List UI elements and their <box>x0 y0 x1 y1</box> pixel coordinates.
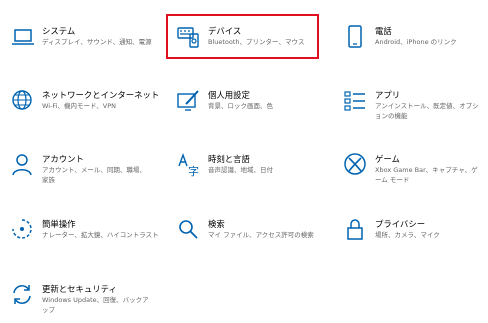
tile-gaming[interactable]: ゲーム Xbox Game Bar、キャプチャ、ゲーム モード <box>343 152 488 192</box>
tile-system[interactable]: システム ディスプレイ、サウンド、通知、電源 <box>10 24 152 60</box>
apps-list-icon <box>343 88 369 114</box>
tile-network-internet[interactable]: ネットワークとインターネット Wi-Fi、機内モード、VPN <box>10 88 159 120</box>
tile-title: 電話 <box>375 26 392 36</box>
tile-title: 時刻と言語 <box>208 154 250 164</box>
tile-title: システム <box>42 26 76 36</box>
tile-description: 場所、カメラ、マイク <box>375 231 440 239</box>
tile-description: アンインストール、既定値、オプションの機能 <box>375 102 479 120</box>
tile-title: デバイス <box>208 26 242 36</box>
tile-title: 簡単操作 <box>42 219 76 229</box>
tile-description: アカウント、メール、同期、職場、家族 <box>42 166 146 184</box>
svg-text:字: 字 <box>188 164 199 178</box>
tile-description: マイ ファイル、アクセス許可の検索 <box>208 231 314 239</box>
tile-description: Android、iPhone のリンク <box>375 38 457 46</box>
tile-description: ディスプレイ、サウンド、通知、電源 <box>42 38 152 46</box>
laptop-icon <box>10 24 36 50</box>
tile-privacy[interactable]: プライバシー 場所、カメラ、マイク <box>343 217 483 249</box>
tile-title: 個人用設定 <box>208 90 250 100</box>
tile-title: ネットワークとインターネット <box>42 90 160 100</box>
tile-accounts[interactable]: アカウント アカウント、メール、同期、職場、家族 <box>10 152 150 192</box>
tile-description: Bluetooth、プリンター、マウス <box>208 38 305 46</box>
tile-description: Xbox Game Bar、キャプチャ、ゲーム モード <box>375 166 478 184</box>
tile-title: アカウント <box>42 154 84 164</box>
search-icon <box>176 217 202 243</box>
time-language-icon: 字 <box>176 152 202 178</box>
personalization-brush-icon <box>176 88 202 114</box>
xbox-icon <box>343 152 369 178</box>
tile-time-language[interactable]: 字 時刻と言語 音声認識、地域、日付 <box>176 152 316 184</box>
person-icon <box>10 152 36 178</box>
tile-apps[interactable]: アプリ アンインストール、既定値、オプションの機能 <box>343 88 488 128</box>
tile-devices[interactable]: デバイス Bluetooth、プリンター、マウス <box>176 24 316 56</box>
tile-personalization[interactable]: 個人用設定 背景、ロック画面、色 <box>176 88 316 120</box>
tile-title: アプリ <box>375 90 401 100</box>
tile-title: ゲーム <box>375 154 400 164</box>
tile-search[interactable]: 検索 マイ ファイル、アクセス許可の検索 <box>176 217 316 249</box>
ease-of-access-icon <box>10 217 36 243</box>
tile-title: プライバシー <box>375 219 426 229</box>
lock-icon <box>343 217 369 243</box>
tile-description: 背景、ロック画面、色 <box>208 102 273 110</box>
tile-description: Wi-Fi、機内モード、VPN <box>42 102 116 110</box>
update-sync-icon <box>10 282 36 308</box>
tile-update-security[interactable]: 更新とセキュリティ Windows Update、回復、バックアップ <box>10 282 160 322</box>
tile-description: ナレーター、拡大鏡、ハイコントラスト <box>42 231 159 239</box>
tile-title: 更新とセキュリティ <box>42 284 117 294</box>
keyboard-devices-icon <box>176 24 202 50</box>
tile-ease-of-access[interactable]: 簡単操作 ナレーター、拡大鏡、ハイコントラスト <box>10 217 160 249</box>
tile-title: 検索 <box>208 219 225 229</box>
tile-description: Windows Update、回復、バックアップ <box>42 296 149 314</box>
globe-icon <box>10 88 36 114</box>
phone-icon <box>343 24 369 50</box>
tile-description: 音声認識、地域、日付 <box>208 166 273 174</box>
tile-phone[interactable]: 電話 Android、iPhone のリンク <box>343 24 483 56</box>
